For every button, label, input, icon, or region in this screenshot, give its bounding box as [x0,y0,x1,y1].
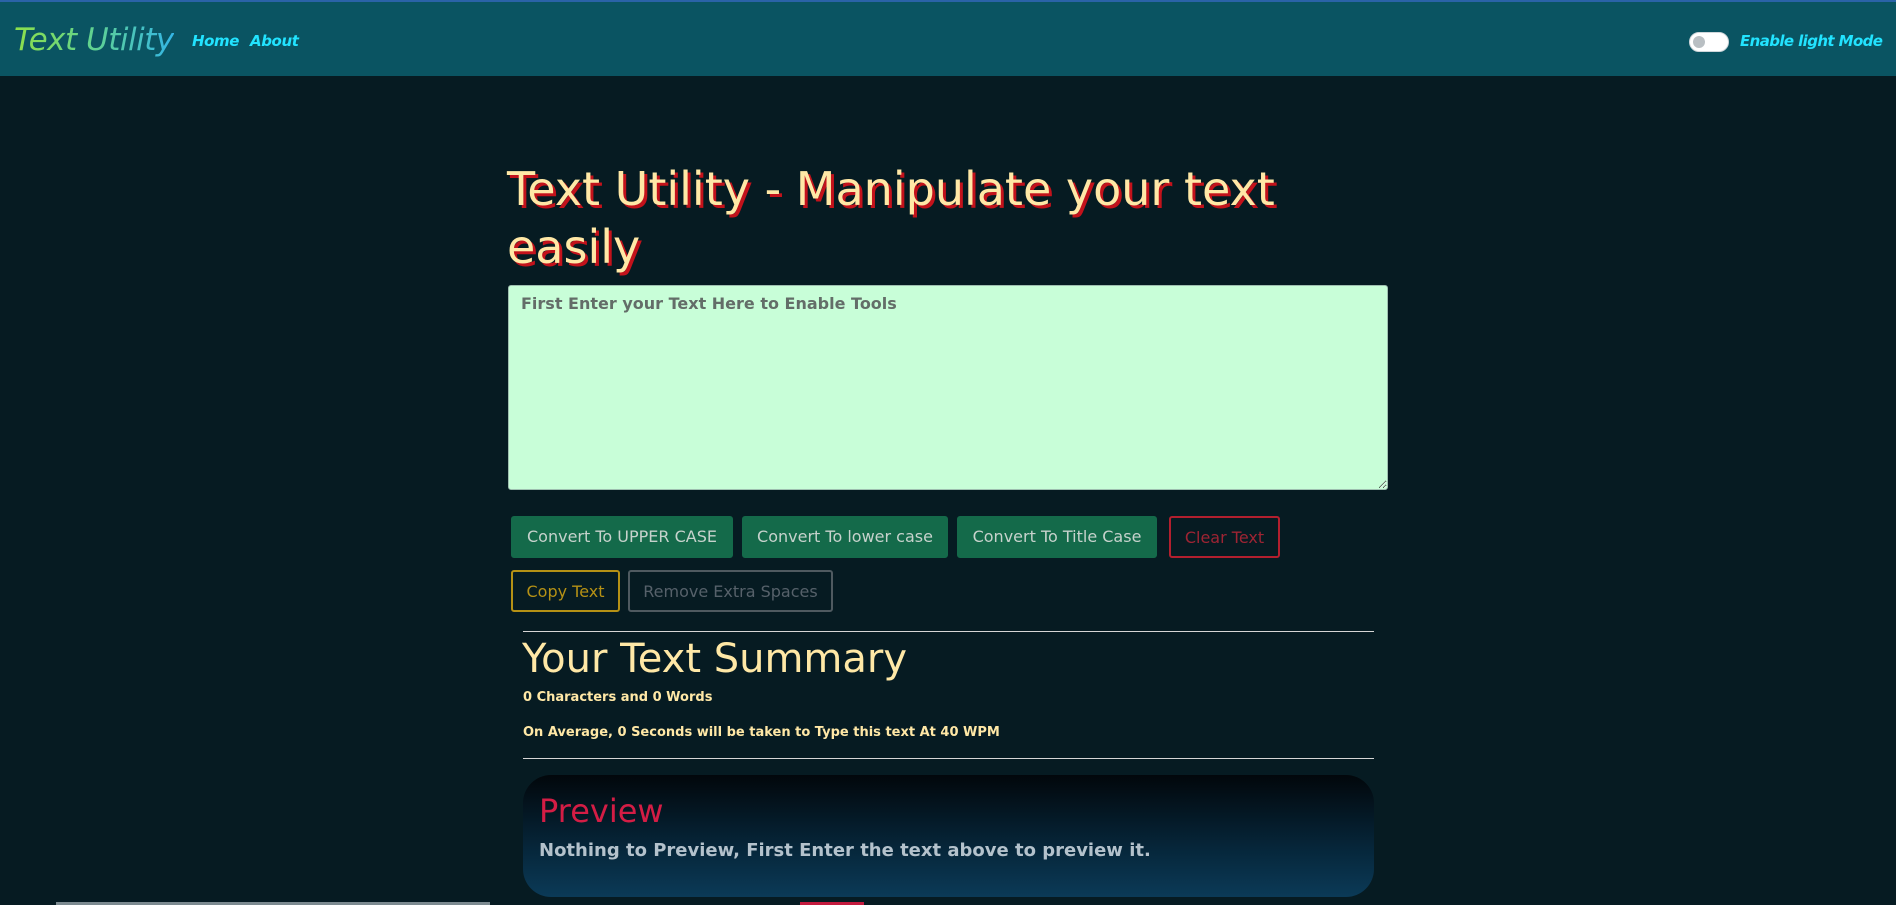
preview-text: Nothing to Preview, First Enter the text… [539,840,1151,861]
light-mode-label[interactable]: Enable light Mode [1740,31,1883,51]
remove-extra-spaces-button[interactable]: Remove Extra Spaces [628,570,833,612]
convert-lowercase-button[interactable]: Convert To lower case [742,516,948,558]
page-title: Text Utility - Manipulate your text easi… [507,162,1275,274]
divider-bottom [523,758,1374,759]
light-mode-toggle[interactable] [1689,32,1729,52]
convert-uppercase-button[interactable]: Convert To UPPER CASE [511,516,733,558]
preview-card: Preview Nothing to Preview, First Enter … [523,775,1374,897]
convert-titlecase-button[interactable]: Convert To Title Case [957,516,1157,558]
nav-link-home[interactable]: Home [192,31,239,51]
copy-text-button[interactable]: Copy Text [511,570,620,612]
character-word-count: 0 Characters and 0 Words [523,690,713,705]
nav-link-about[interactable]: About [250,31,299,51]
text-input[interactable] [508,285,1388,490]
brand-logo[interactable]: Text Utility [14,20,174,60]
preview-title: Preview [539,792,664,830]
summary-title: Your Text Summary [522,636,908,682]
typing-time-estimate: On Average, 0 Seconds will be taken to T… [523,725,1000,740]
navbar: Text Utility Home About Enable light Mod… [0,2,1896,76]
toggle-knob [1693,36,1705,48]
divider-top [523,631,1374,632]
clear-text-button[interactable]: Clear Text [1169,516,1280,558]
